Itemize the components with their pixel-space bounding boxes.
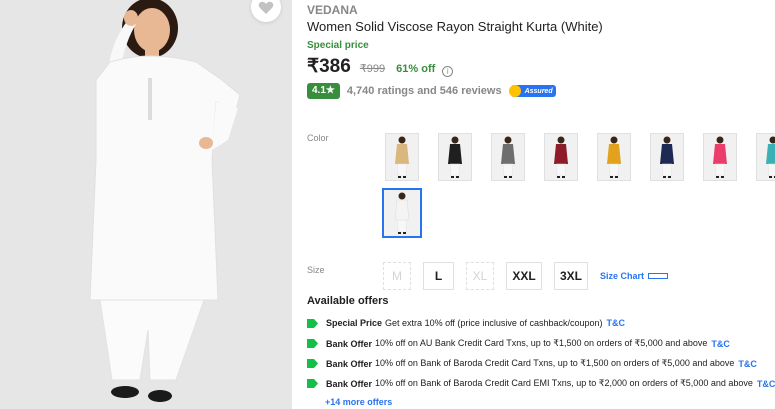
assured-label: Assured (524, 87, 553, 95)
mrp-price: ₹999 (359, 63, 386, 75)
size-option-m[interactable]: M (383, 262, 411, 290)
offer-tag-icon (307, 339, 318, 348)
offer-tc-link[interactable]: T&C (607, 318, 626, 328)
offer-tc-link[interactable]: T&C (757, 379, 775, 389)
product-title: Women Solid Viscose Rayon Straight Kurta… (307, 19, 603, 34)
offer-text: 10% off on Bank of Baroda Credit Card Tx… (375, 358, 735, 368)
more-offers-link[interactable]: +14 more offers (325, 397, 392, 407)
brand-name: VEDANA (307, 3, 358, 17)
heart-icon (258, 1, 274, 14)
assured-icon (508, 85, 521, 97)
model-illustration (0, 0, 292, 409)
offer-tag-icon (307, 379, 318, 388)
color-swatch-black[interactable] (438, 133, 472, 181)
selling-price: ₹386 (307, 56, 351, 77)
special-price-label: Special price (307, 40, 369, 51)
assured-badge: Assured (508, 85, 556, 97)
color-swatch-navy[interactable] (650, 133, 684, 181)
offer-type: Bank Offer (326, 338, 373, 349)
swatch-thumbnail (386, 190, 418, 236)
offer-text: Get extra 10% off (price inclusive of ca… (385, 318, 603, 328)
size-chart-link[interactable]: Size Chart (600, 271, 669, 281)
discount-percent: 61% off (396, 63, 436, 75)
offer-item: Bank Offer 10% off on AU Bank Credit Car… (307, 338, 730, 349)
offer-tc-link[interactable]: T&C (738, 359, 757, 369)
offer-tag-icon (307, 318, 318, 328)
size-chart-label: Size Chart (600, 271, 645, 281)
offer-type: Bank Offer (326, 358, 373, 369)
offer-text: 10% off on Bank of Baroda Credit Card EM… (375, 378, 753, 388)
color-swatch-pink[interactable] (703, 133, 737, 181)
color-label: Color (307, 133, 329, 143)
offer-item: Special Price Get extra 10% off (price i… (307, 318, 625, 328)
ratings-reviews-count[interactable]: 4,740 ratings and 546 reviews (347, 85, 502, 97)
info-icon[interactable]: i (442, 66, 454, 77)
swatch-thumbnail (492, 134, 524, 180)
offer-item: Bank Offer 10% off on Bank of Baroda Cre… (307, 378, 775, 389)
size-option-l[interactable]: L (423, 262, 454, 290)
color-swatch-beige[interactable] (385, 133, 419, 181)
rating-row: 4.1★ 4,740 ratings and 546 reviews Assur… (307, 83, 556, 99)
swatch-thumbnail (651, 134, 683, 180)
offer-item: Bank Offer 10% off on Bank of Baroda Cre… (307, 358, 757, 369)
color-swatch-teal[interactable] (756, 133, 775, 181)
offer-tc-link[interactable]: T&C (711, 339, 730, 349)
swatch-thumbnail (757, 134, 775, 180)
swatch-thumbnail (704, 134, 736, 180)
offers-title: Available offers (307, 295, 389, 307)
offer-type: Bank Offer (326, 378, 373, 389)
color-swatch-maroon[interactable] (544, 133, 578, 181)
swatch-thumbnail (545, 134, 577, 180)
size-label: Size (307, 265, 325, 275)
color-swatch-grey[interactable] (491, 133, 525, 181)
offer-text: 10% off on AU Bank Credit Card Txns, up … (375, 338, 708, 348)
swatch-thumbnail (386, 134, 418, 180)
offer-tag-icon (307, 359, 318, 368)
swatch-thumbnail (439, 134, 471, 180)
color-swatch-white[interactable] (382, 188, 422, 238)
size-option-3xl[interactable]: 3XL (554, 262, 588, 290)
size-option-xxl[interactable]: XXL (506, 262, 542, 290)
product-image[interactable] (0, 0, 292, 409)
rating-badge[interactable]: 4.1★ (307, 83, 340, 99)
color-swatch-mustard[interactable] (597, 133, 631, 181)
ruler-icon (648, 273, 669, 279)
offer-type: Special Price (326, 318, 383, 328)
swatch-thumbnail (598, 134, 630, 180)
price-row: ₹386 ₹999 61% off i (307, 55, 454, 79)
size-option-xl[interactable]: XL (466, 262, 494, 290)
